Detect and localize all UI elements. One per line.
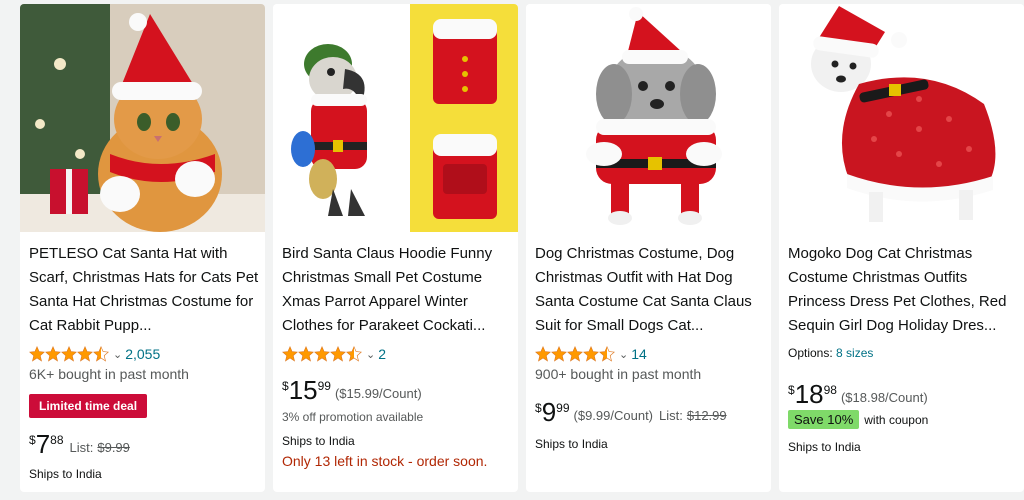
price-currency: $ xyxy=(535,401,542,415)
product-title[interactable]: Mogoko Dog Cat Christmas Costume Christm… xyxy=(788,242,1018,338)
cat-santa-hat-image xyxy=(20,4,265,232)
star-full-icon xyxy=(567,346,583,362)
bought-count: 900+ bought in past month xyxy=(535,366,702,382)
product-rating[interactable]: ⌄ 2 xyxy=(282,344,386,364)
product-title[interactable]: PETLESO Cat Santa Hat with Scarf, Christ… xyxy=(29,242,259,338)
price-currency: $ xyxy=(788,383,795,397)
star-full-icon xyxy=(535,346,551,362)
price-fraction: 88 xyxy=(50,433,64,447)
star-full-icon xyxy=(330,346,346,362)
product-image-parrot-santa[interactable] xyxy=(273,4,518,232)
deal-badge: Limited time deal xyxy=(29,394,148,418)
review-count[interactable]: 14 xyxy=(631,346,647,362)
options-label: Options: xyxy=(788,346,833,360)
product-card: Dog Christmas Costume, Dog Christmas Out… xyxy=(526,4,771,492)
product-image-cat-santa-hat[interactable] xyxy=(20,4,265,232)
dog-sequin-dress-image xyxy=(779,4,1024,232)
list-label: List: xyxy=(69,440,94,455)
star-rating xyxy=(535,346,615,362)
star-full-icon xyxy=(61,346,77,362)
price[interactable]: $ 7 88 List: $9.99 xyxy=(29,430,130,458)
product-title[interactable]: Dog Christmas Costume, Dog Christmas Out… xyxy=(535,242,765,338)
product-card: Mogoko Dog Cat Christmas Costume Christm… xyxy=(779,4,1024,492)
star-full-icon xyxy=(298,346,314,362)
list-price: List: $9.99 xyxy=(70,440,130,455)
shipping-info: Ships to India xyxy=(535,437,608,451)
bought-count: 6K+ bought in past month xyxy=(29,366,189,382)
star-full-icon xyxy=(314,346,330,362)
price-whole: 15 xyxy=(288,375,318,405)
product-grid: PETLESO Cat Santa Hat with Scarf, Christ… xyxy=(0,0,1024,500)
coupon-text: with coupon xyxy=(864,412,929,427)
star-full-icon xyxy=(583,346,599,362)
list-price: List: $12.99 xyxy=(659,408,727,423)
star-full-icon xyxy=(282,346,298,362)
star-full-icon xyxy=(29,346,45,362)
save-coupon-badge[interactable]: Save 10% xyxy=(788,410,860,429)
parrot-santa-costume-image xyxy=(273,4,518,232)
chevron-down-icon[interactable]: ⌄ xyxy=(113,348,122,361)
shipping-info: Ships to India xyxy=(282,434,355,448)
unit-price: ($18.98/Count) xyxy=(840,390,928,405)
product-rating[interactable]: ⌄ 14 xyxy=(535,344,647,364)
shipping-info: Ships to India xyxy=(788,440,861,454)
chevron-down-icon[interactable]: ⌄ xyxy=(619,348,628,361)
product-title-link[interactable]: Bird Santa Claus Hoodie Funny Christmas … xyxy=(282,245,492,334)
product-card: PETLESO Cat Santa Hat with Scarf, Christ… xyxy=(20,4,265,492)
options-link[interactable]: 8 sizes xyxy=(836,346,873,360)
price[interactable]: $ 9 99 ($9.99/Count) List: $12.99 xyxy=(535,398,727,426)
product-card: Bird Santa Claus Hoodie Funny Christmas … xyxy=(273,4,518,492)
price[interactable]: $ 15 99 ($15.99/Count) xyxy=(282,376,422,404)
star-rating xyxy=(29,346,109,362)
product-title[interactable]: Bird Santa Claus Hoodie Funny Christmas … xyxy=(282,242,512,338)
shipping-info: Ships to India xyxy=(29,467,102,481)
list-label: List: xyxy=(659,408,683,423)
product-options: Options: 8 sizes xyxy=(788,346,873,360)
stock-warning: Only 13 left in stock - order soon. xyxy=(282,453,488,469)
star-full-icon xyxy=(45,346,61,362)
price-fraction: 99 xyxy=(317,379,331,393)
review-count[interactable]: 2 xyxy=(378,346,386,362)
unit-price: ($9.99/Count) xyxy=(573,408,654,423)
review-count[interactable]: 2,055 xyxy=(125,346,160,362)
star-full-icon xyxy=(77,346,93,362)
list-price-value: $9.99 xyxy=(97,440,130,455)
star-full-icon xyxy=(551,346,567,362)
price-fraction: 99 xyxy=(556,401,570,415)
chevron-down-icon[interactable]: ⌄ xyxy=(366,348,375,361)
price-whole: 18 xyxy=(794,379,824,409)
star-half-icon xyxy=(599,346,615,362)
price-currency: $ xyxy=(29,433,36,447)
product-title-link[interactable]: PETLESO Cat Santa Hat with Scarf, Christ… xyxy=(29,245,258,334)
star-half-icon xyxy=(346,346,362,362)
star-rating xyxy=(282,346,362,362)
price-whole: 7 xyxy=(35,429,51,459)
product-image-dog-santa[interactable] xyxy=(526,4,771,232)
star-half-icon xyxy=(93,346,109,362)
dog-santa-suit-image xyxy=(526,4,771,232)
price-whole: 9 xyxy=(541,397,557,427)
product-title-link[interactable]: Dog Christmas Costume, Dog Christmas Out… xyxy=(535,245,752,334)
list-price-value: $12.99 xyxy=(686,408,727,423)
price[interactable]: $ 18 98 ($18.98/Count) xyxy=(788,380,928,408)
price-currency: $ xyxy=(282,379,289,393)
unit-price: ($15.99/Count) xyxy=(334,386,422,401)
product-title-link[interactable]: Mogoko Dog Cat Christmas Costume Christm… xyxy=(788,245,1006,334)
price-fraction: 98 xyxy=(823,383,837,397)
coupon-row[interactable]: Save 10% with coupon xyxy=(788,410,928,429)
product-rating[interactable]: ⌄ 2,055 xyxy=(29,344,160,364)
promotion-text: 3% off promotion available xyxy=(282,410,424,424)
product-image-dog-dress[interactable] xyxy=(779,4,1024,232)
